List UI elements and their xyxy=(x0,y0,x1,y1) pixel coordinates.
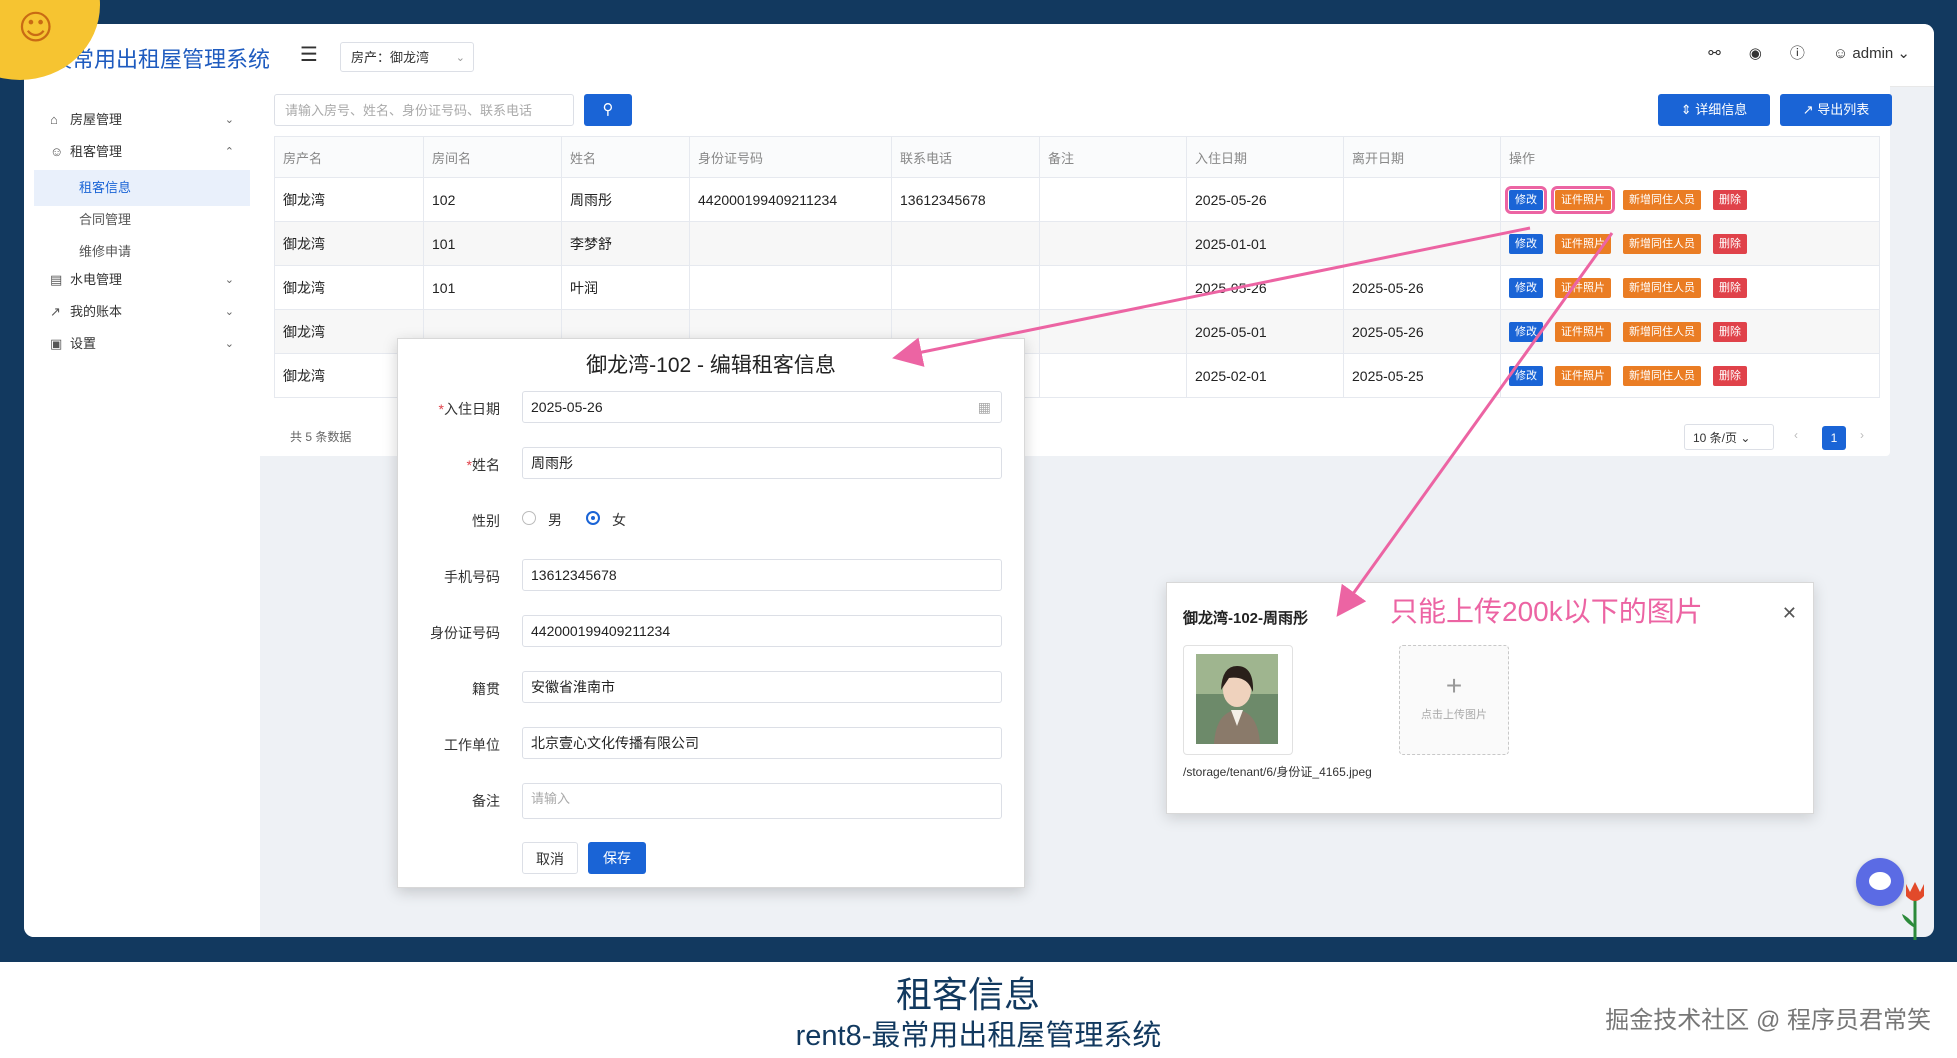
tulip-icon xyxy=(1902,882,1924,940)
annotation-arrows xyxy=(892,226,1614,617)
watermark: 掘金技术社区 @ 程序员君常笑 xyxy=(1605,1007,1931,1034)
chat-assistant-icon[interactable] xyxy=(1856,858,1904,906)
arrow-to-photo-dialog xyxy=(1336,232,1614,617)
arrow-to-edit-dialog xyxy=(892,226,1531,367)
